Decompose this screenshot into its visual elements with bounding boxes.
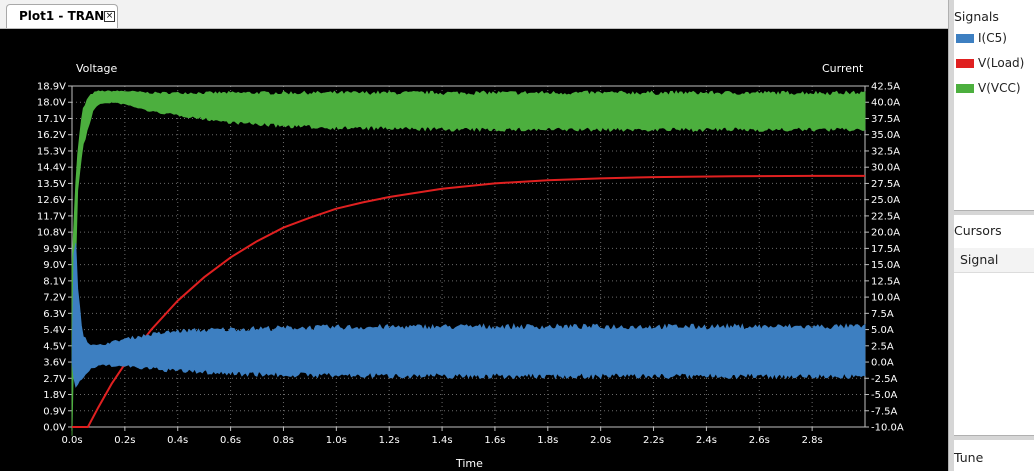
signals-panel: Signals I(C5) V(Load) V(VCC) — [954, 0, 1034, 210]
y-tick-label-right: 5.0A — [871, 325, 894, 336]
x-tick-label: 1.0s — [326, 435, 347, 446]
y-tick-label-left: 16.2V — [37, 130, 66, 141]
cursors-column-header[interactable]: Signal — [954, 248, 1034, 273]
signal-item-vload[interactable]: V(Load) — [954, 54, 1034, 74]
y-tick-label-right: 32.5A — [871, 146, 900, 157]
x-tick-label: 2.8s — [802, 435, 823, 446]
y-tick-label-left: 2.7V — [43, 374, 66, 385]
y-tick-label-right: -10.0A — [871, 423, 904, 434]
y-tick-label-left: 5.4V — [43, 325, 66, 336]
y-tick-label-left: 0.0V — [43, 423, 66, 434]
cursors-column-label: Signal — [960, 252, 999, 267]
signal-label: V(Load) — [978, 56, 1025, 70]
y-tick-label-right: 37.5A — [871, 114, 900, 125]
signal-color-swatch — [956, 59, 974, 68]
cursors-panel: Cursors Signal — [954, 215, 1034, 435]
plot-area[interactable]: Voltage Current Time 0.0V 0.9V 1.8V 2.7V 3.6… — [0, 29, 948, 471]
y-tick-label-left: 4.5V — [43, 341, 66, 352]
y-tick-label-left: 18.0V — [37, 98, 66, 109]
x-tick-label: 0.4s — [167, 435, 188, 446]
y-tick-label-left: 14.4V — [37, 163, 66, 174]
x-tick-label: 1.4s — [432, 435, 453, 446]
y-tick-label-left: 12.6V — [37, 195, 66, 206]
y-tick-label-left: 13.5V — [37, 179, 66, 190]
x-tick-label: 2.4s — [696, 435, 717, 446]
tune-panel: Tune — [954, 440, 1034, 471]
y-tick-label-left: 8.1V — [43, 276, 66, 287]
y-tick-label-left: 7.2V — [43, 293, 66, 304]
y-tick-label-right: 15.0A — [871, 260, 900, 271]
y-tick-label-right: 20.0A — [871, 228, 900, 239]
series-v-vcc- — [71, 90, 866, 436]
tune-title: Tune — [954, 450, 984, 465]
y-tick-label-right: 35.0A — [871, 130, 900, 141]
x-tick-label: 2.2s — [643, 435, 664, 446]
y-tick-label-right: 12.5A — [871, 276, 900, 287]
x-tick-label: 1.6s — [484, 435, 505, 446]
y-tick-label-right: 22.5A — [871, 211, 900, 222]
y-tick-label-left: 0.9V — [43, 406, 66, 417]
y-tick-label-right: 2.5A — [871, 341, 894, 352]
y-tick-label-right: 27.5A — [871, 179, 900, 190]
y-tick-label-left: 3.6V — [43, 358, 66, 369]
y-tick-label-right: 40.0A — [871, 98, 900, 109]
y-tick-label-left: 17.1V — [37, 114, 66, 125]
y-tick-label-left: 18.9V — [37, 82, 66, 93]
signal-item-ic5[interactable]: I(C5) — [954, 29, 1034, 49]
signals-title: Signals — [954, 9, 999, 24]
signal-color-swatch — [956, 84, 974, 93]
y-tick-label-left: 1.8V — [43, 390, 66, 401]
series-v-load- — [72, 174, 865, 428]
cursors-title: Cursors — [954, 223, 1002, 238]
x-tick-label: 0.2s — [114, 435, 135, 446]
y-tick-label-right: 25.0A — [871, 195, 900, 206]
plot-tab-bar: Plot1 - TRAN × — [0, 0, 948, 29]
y-tick-label-right: -2.5A — [871, 374, 898, 385]
y-tick-label-right: 17.5A — [871, 244, 900, 255]
x-tick-label: 2.0s — [590, 435, 611, 446]
y-tick-label-right: -7.5A — [871, 406, 898, 417]
y-tick-label-right: 30.0A — [871, 163, 900, 174]
y-tick-label-left: 10.8V — [37, 228, 66, 239]
signal-color-swatch — [956, 34, 974, 43]
y-tick-label-left: 11.7V — [37, 211, 66, 222]
x-tick-label: 1.8s — [537, 435, 558, 446]
signal-item-vvcc[interactable]: V(VCC) — [954, 79, 1034, 99]
x-tick-label: 0.0s — [61, 435, 82, 446]
tab-plot1-tran[interactable]: Plot1 - TRAN × — [6, 4, 118, 28]
y-tick-label-right: 42.5A — [871, 82, 900, 93]
close-icon[interactable]: × — [104, 11, 115, 22]
y-tick-label-left: 9.9V — [43, 244, 66, 255]
y-tick-label-left: 6.3V — [43, 309, 66, 320]
y-tick-label-right: 7.5A — [871, 309, 894, 320]
x-tick-label: 1.2s — [379, 435, 400, 446]
signal-label: V(VCC) — [978, 81, 1021, 95]
x-tick-label: 0.8s — [273, 435, 294, 446]
y-tick-label-left: 9.0V — [43, 260, 66, 271]
x-tick-label: 2.6s — [749, 435, 770, 446]
y-tick-label-right: 10.0A — [871, 293, 900, 304]
y-tick-label-right: 0.0A — [871, 358, 894, 369]
signal-label: I(C5) — [978, 31, 1007, 45]
y-tick-label-right: -5.0A — [871, 390, 898, 401]
y-tick-label-left: 15.3V — [37, 146, 66, 157]
tab-label: Plot1 - TRAN — [19, 9, 105, 23]
x-tick-label: 0.6s — [220, 435, 241, 446]
transient-plot[interactable]: 0.0V 0.9V 1.8V 2.7V 3.6V 4.5V 5.4V 6.3V 7.2V 8.1V… — [0, 29, 948, 471]
